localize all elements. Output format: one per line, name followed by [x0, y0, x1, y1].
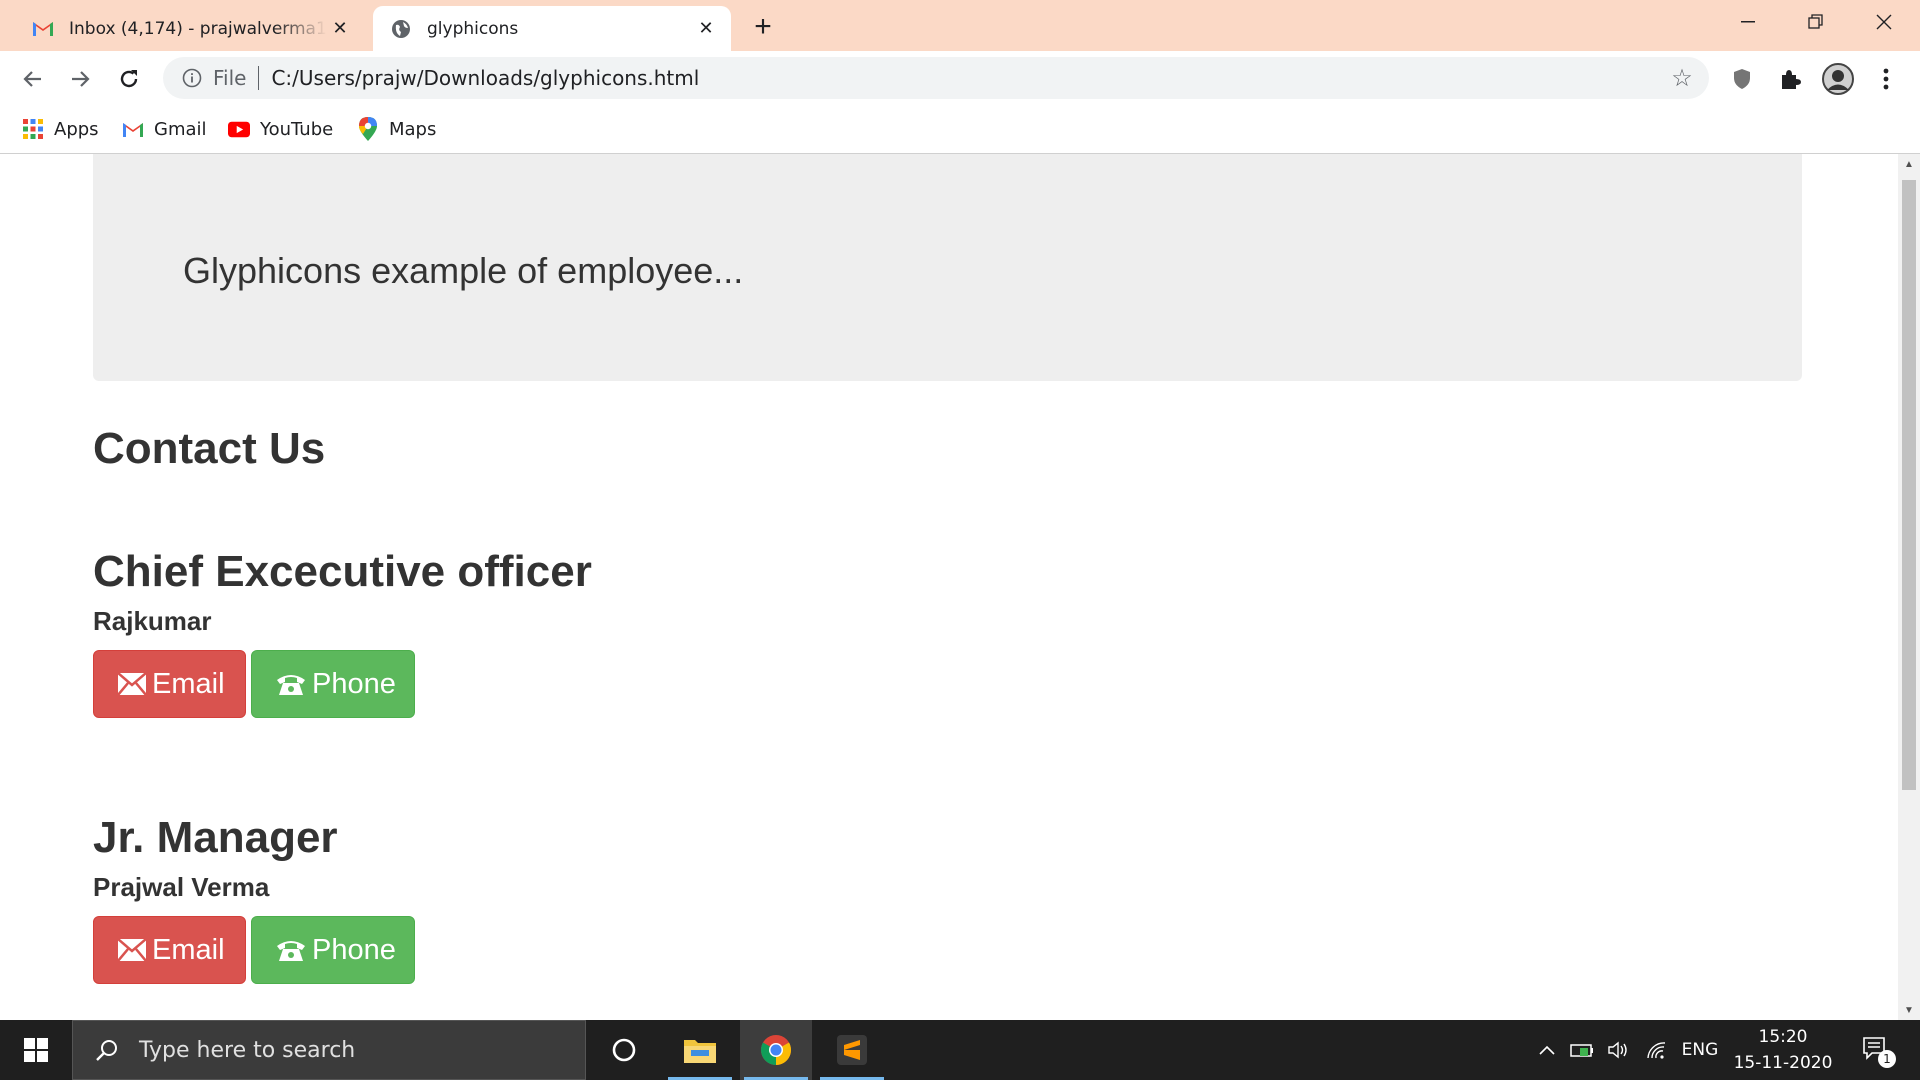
scrollbar-thumb[interactable] [1902, 180, 1916, 790]
scroll-down-icon[interactable]: ▼ [1898, 1000, 1920, 1020]
contact-name: Prajwal Verma [93, 872, 270, 902]
chevron-up-icon [1539, 1045, 1555, 1055]
browser-toolbar: File C:/Users/prajw/Downloads/glyphicons… [0, 51, 1920, 105]
back-button[interactable] [14, 61, 50, 97]
windows-logo-icon [24, 1038, 48, 1062]
envelope-icon [118, 939, 146, 961]
gmail-icon [122, 118, 144, 140]
bookmark-label: Apps [54, 118, 99, 140]
apps-grid-icon [22, 118, 44, 140]
scroll-up-icon[interactable]: ▲ [1898, 154, 1920, 174]
bookmark-apps[interactable]: Apps [22, 114, 99, 144]
phone-icon [276, 938, 306, 962]
show-hidden-icons-button[interactable] [1534, 1020, 1560, 1080]
back-arrow-icon [23, 71, 41, 87]
forward-button[interactable] [63, 61, 99, 97]
contact-name: Rajkumar [93, 606, 212, 636]
taskbar: Type here to search ENG 15:20 15-11-2020 [0, 1020, 1920, 1080]
tab-title: glyphicons [427, 18, 519, 39]
envelope-icon [118, 673, 146, 695]
phone-button[interactable]: Phone [251, 650, 415, 718]
bookmark-gmail[interactable]: Gmail [122, 114, 207, 144]
phone-icon [276, 672, 306, 696]
battery-icon[interactable] [1568, 1020, 1598, 1080]
profile-avatar[interactable] [1822, 63, 1854, 95]
tab-strip: Inbox (4,174) - prajwalverma1234@gmail.c… [0, 0, 1920, 51]
phone-button[interactable]: Phone [251, 916, 415, 984]
cortana-button[interactable] [588, 1020, 660, 1080]
email-button[interactable]: Email [93, 650, 246, 718]
chrome-icon [760, 1035, 792, 1065]
url-text[interactable]: C:/Users/prajw/Downloads/glyphicons.html [271, 66, 1667, 90]
tab-gmail[interactable]: Inbox (4,174) - prajwalverma1234@gmail.c… [15, 6, 365, 51]
restore-button[interactable] [1782, 0, 1850, 44]
youtube-icon [228, 118, 250, 140]
close-window-button[interactable] [1850, 0, 1918, 44]
minimize-button[interactable] [1714, 0, 1782, 44]
cortana-icon [612, 1038, 636, 1062]
jumbotron-text: Glyphicons example of employee... [183, 250, 744, 291]
bookmark-star-icon[interactable]: ☆ [1667, 63, 1697, 93]
clock-time: 15:20 [1758, 1027, 1808, 1047]
new-tab-button[interactable]: + [748, 10, 778, 43]
divider [258, 66, 260, 90]
search-icon [93, 1036, 121, 1064]
language-indicator[interactable]: ENG [1680, 1020, 1720, 1080]
globe-icon [389, 17, 413, 41]
bookmark-youtube[interactable]: YouTube [228, 114, 333, 144]
maps-pin-icon [357, 117, 379, 141]
tab-title: Inbox (4,174) - prajwalverma1234@gmail.c… [69, 18, 327, 39]
start-button[interactable] [0, 1020, 72, 1080]
email-label: Email [152, 667, 225, 700]
menu-kebab-icon[interactable] [1870, 63, 1902, 95]
clock-date: 15-11-2020 [1733, 1053, 1833, 1073]
file-explorer-button[interactable] [664, 1020, 736, 1080]
bookmark-label: YouTube [260, 118, 334, 140]
close-tab-icon[interactable]: ✕ [327, 16, 353, 42]
contact-card: Jr. Manager Prajwal Verma Email Phone [93, 812, 415, 984]
vertical-scrollbar[interactable]: ▲ ▼ [1898, 154, 1920, 1020]
url-scheme: File [213, 66, 247, 90]
tab-glyphicons[interactable]: glyphicons ✕ [373, 6, 731, 51]
taskbar-search[interactable]: Type here to search [72, 1020, 586, 1080]
reload-icon [120, 70, 138, 88]
contact-actions: Email Phone [93, 650, 592, 718]
chrome-taskbar-button[interactable] [740, 1020, 812, 1080]
contact-card: Chief Excecutive officer Rajkumar Email … [93, 546, 592, 718]
page-viewport: Glyphicons example of employee... Contac… [0, 154, 1898, 1020]
notification-badge: 1 [1878, 1050, 1896, 1068]
system-clock[interactable]: 15:20 15-11-2020 [1730, 1024, 1836, 1076]
bookmark-label: Gmail [154, 118, 207, 140]
bookmark-maps[interactable]: Maps [357, 114, 436, 144]
phone-label: Phone [312, 933, 396, 966]
shield-extension-icon[interactable] [1726, 63, 1758, 95]
info-icon[interactable] [181, 67, 203, 89]
action-center-button[interactable]: 1 [1854, 1020, 1900, 1080]
sublime-text-icon [837, 1035, 867, 1065]
close-tab-icon[interactable]: ✕ [693, 16, 719, 42]
folder-icon [684, 1040, 716, 1063]
contact-role: Jr. Manager [93, 813, 338, 862]
phone-label: Phone [312, 667, 396, 700]
email-button[interactable]: Email [93, 916, 246, 984]
contact-role: Chief Excecutive officer [93, 547, 592, 596]
email-label: Email [152, 933, 225, 966]
sublime-taskbar-button[interactable] [816, 1020, 888, 1080]
bookmarks-bar: Apps Gmail YouTube Maps [0, 105, 1920, 154]
reload-button[interactable] [111, 61, 147, 97]
jumbotron: Glyphicons example of employee... [93, 154, 1802, 381]
search-placeholder: Type here to search [139, 1037, 356, 1063]
wifi-icon[interactable] [1642, 1020, 1672, 1080]
forward-arrow-icon [72, 71, 90, 87]
contact-actions: Email Phone [93, 916, 415, 984]
address-bar[interactable]: File C:/Users/prajw/Downloads/glyphicons… [163, 57, 1709, 99]
volume-icon[interactable] [1604, 1020, 1634, 1080]
extensions-puzzle-icon[interactable] [1774, 63, 1806, 95]
page-title: Contact Us [93, 424, 326, 473]
gmail-icon [31, 17, 55, 41]
bookmark-label: Maps [389, 118, 437, 140]
